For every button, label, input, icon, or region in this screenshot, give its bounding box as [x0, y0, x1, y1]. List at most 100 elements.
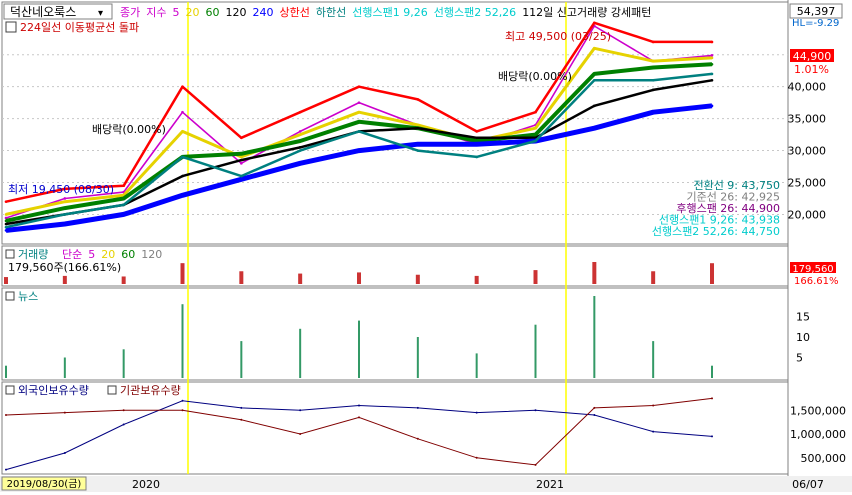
price-point-1-1: [63, 200, 67, 203]
price-point-3-12: [710, 78, 714, 82]
price-point-5-3: [181, 85, 184, 88]
price-point-2-0: [4, 219, 8, 223]
price-point-0-1: [63, 197, 67, 200]
volume-value-note: 179,560주(166.61%): [8, 261, 121, 274]
current-price: 44,900: [793, 50, 832, 63]
price-point-5-10: [593, 21, 596, 25]
holdings-point-0-1: [63, 452, 66, 454]
news-bar-12: [711, 365, 713, 378]
holdings-point-0-6: [358, 404, 360, 407]
holdings-y-tick-1: 1,000,000: [790, 428, 846, 441]
price-point-6-12: [710, 72, 714, 76]
holdings-point-0-4: [240, 406, 243, 409]
price-point-6-7: [416, 149, 420, 152]
price-point-3-10: [593, 104, 596, 108]
holdings-point-1-3: [181, 409, 184, 412]
price-point-3-4: [240, 158, 243, 162]
price-y-tick-4: 40,000: [788, 81, 827, 94]
news-bar-5: [299, 328, 302, 378]
volume-bar-4: [239, 271, 244, 284]
price-legend-item-6: 240: [253, 6, 274, 19]
news-bar-7: [416, 337, 419, 378]
holdings-point-0-5: [299, 409, 302, 412]
news-bar-1: [63, 357, 66, 378]
price-point-6-10: [593, 78, 596, 82]
news-bar-8: [475, 353, 478, 378]
holdings-point-1-7: [416, 437, 419, 440]
price-point-1-0: [4, 213, 8, 216]
volume-bar-11: [651, 271, 656, 284]
holdings-point-1-5: [299, 433, 302, 435]
x-axis-bar: [0, 476, 852, 492]
news-bar-4: [240, 341, 243, 378]
holdings-point-0-2: [122, 423, 125, 426]
ichimoku-line-4: 선행스팬2 52,26: 44,750: [652, 225, 780, 238]
holdings-point-0-7: [416, 406, 419, 409]
news-y-tick-2: 15: [796, 311, 810, 324]
holdings-point-0-12: [711, 435, 713, 438]
price-point-5-6: [357, 85, 361, 88]
price-point-2-11: [651, 66, 655, 69]
holdings-collapse-icon[interactable]: [5, 385, 15, 395]
price-point-1-9: [534, 126, 537, 130]
price-legend-item-1: 지수: [146, 6, 166, 19]
price-point-6-3: [181, 155, 184, 159]
price-point-6-4: [240, 174, 243, 178]
holdings-point-1-0: [5, 414, 7, 416]
holdings-point-0-0: [5, 468, 7, 471]
price-point-1-6: [357, 110, 361, 114]
price-point-2-2: [122, 197, 125, 200]
price-point-5-2: [122, 184, 125, 187]
end-date: 06/07: [792, 478, 824, 491]
holdings-point-0-9: [534, 409, 537, 412]
low-annotation: 최저 19,450 (08/30): [8, 183, 114, 196]
stock-name-dropdown-icon[interactable]: ▾: [98, 8, 103, 19]
volume-bar-0: [4, 277, 8, 284]
price-legend-item-2: 5: [173, 6, 180, 19]
price-point-0-3: [181, 110, 184, 114]
news-bar-9: [534, 324, 537, 378]
price-point-6-1: [63, 213, 67, 216]
price-legend-item-9: 선행스팬1 9,26: [352, 6, 427, 19]
price-point-4-8: [475, 142, 478, 146]
price-point-1-7: [416, 123, 420, 127]
institution-collapse-icon[interactable]: [107, 385, 117, 395]
foreign-holdings-legend: 외국인보유수량: [18, 384, 89, 397]
price-point-0-6: [357, 101, 361, 104]
price-point-6-2: [122, 203, 125, 207]
price-point-0-5: [298, 130, 302, 133]
price-point-5-11: [651, 40, 655, 44]
news-bar-2: [122, 349, 125, 378]
price-point-3-11: [651, 88, 655, 92]
price-point-1-12: [710, 56, 714, 60]
price-point-1-11: [651, 59, 655, 63]
holdings-point-1-6: [358, 416, 360, 419]
price-legend-item-8: 하한선: [316, 5, 346, 19]
news-collapse-icon[interactable]: [5, 291, 15, 301]
holdings-point-1-11: [652, 404, 655, 407]
holdings-point-1-12: [711, 397, 713, 400]
price-y-tick-1: 25,000: [788, 177, 827, 190]
start-date: 2019/08/30(금): [7, 478, 82, 490]
high-annotation: 최고 49,500 (03/25): [505, 30, 611, 43]
price-point-4-4: [240, 178, 243, 181]
price-legend-item-7: 상한선: [280, 6, 310, 19]
volume-bar-7: [415, 274, 420, 284]
price-legend-item-3: 20: [186, 6, 200, 19]
price-point-2-9: [534, 133, 537, 136]
volume-collapse-icon[interactable]: [5, 249, 15, 259]
price-point-4-7: [416, 142, 420, 146]
price-y-tick-2: 30,000: [788, 145, 827, 158]
holdings-point-0-3: [181, 399, 184, 402]
price-point-5-12: [710, 40, 714, 44]
holdings-point-0-11: [652, 430, 655, 433]
price-point-4-6: [357, 149, 361, 152]
volume-value: 179,560: [792, 264, 833, 275]
price-point-4-11: [651, 110, 655, 114]
price-y-tick-3: 35,000: [788, 113, 827, 126]
price-point-5-8: [475, 130, 478, 133]
chart-canvas[interactable]: 20,000 25,000 30,000 35,000 40,000 5 10 15 500…: [0, 0, 852, 492]
grid-toggle-icon[interactable]: [5, 21, 17, 33]
holdings-point-0-8: [475, 411, 478, 414]
news-panel[interactable]: [1, 287, 789, 381]
